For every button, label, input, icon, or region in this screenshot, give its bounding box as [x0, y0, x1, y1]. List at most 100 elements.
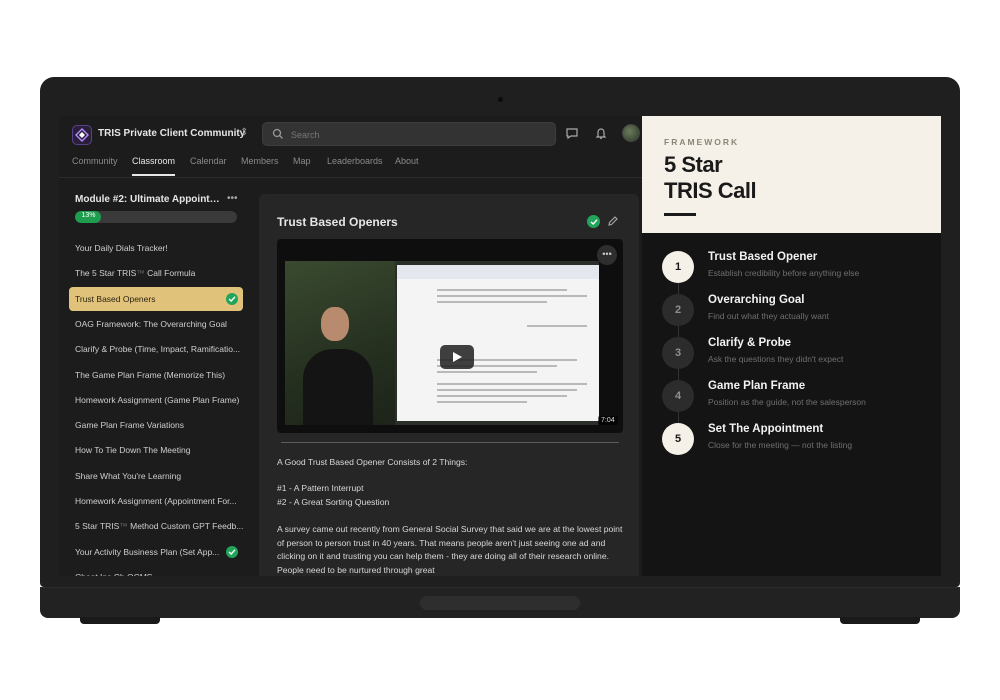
- framework-title-line-1: 5 Star: [664, 152, 723, 177]
- edit-pencil-icon[interactable]: [607, 215, 619, 227]
- framework-header: FRAMEWORK 5 Star TRIS Call: [642, 116, 941, 233]
- lesson-item[interactable]: Homework Assignment (Game Plan Frame): [69, 388, 243, 412]
- lesson-item-label: Game Plan Frame Variations: [75, 420, 184, 431]
- presenter-background: [285, 261, 395, 425]
- tab-classroom[interactable]: Classroom: [132, 156, 176, 176]
- lesson-item[interactable]: 5 Star TRIS™ Method Custom GPT Feedb...: [69, 514, 243, 538]
- lesson-item[interactable]: Cheat Ins Ch OCMS: [69, 565, 243, 576]
- lesson-item[interactable]: How To Tie Down The Meeting: [69, 438, 243, 462]
- module-title[interactable]: Module #2: Ultimate Appointme...: [75, 194, 220, 205]
- framework-step-number: 3: [662, 337, 694, 369]
- community-logo-icon[interactable]: [72, 125, 92, 145]
- search-box[interactable]: [262, 122, 556, 146]
- video-duration: 7:04: [598, 416, 618, 425]
- lesson-item-label: Homework Assignment (Appointment For...: [75, 496, 237, 506]
- lesson-item[interactable]: The Game Plan Frame (Memorize This): [69, 363, 243, 387]
- opener-intro: A Good Trust Based Opener Consists of 2 …: [277, 457, 468, 467]
- top-bar: TRIS Private Client Community ⇕: [59, 116, 642, 152]
- framework-step-description: Close for the meeting — not the listing: [708, 440, 853, 450]
- play-icon: [453, 352, 462, 362]
- tab-map[interactable]: Map: [293, 156, 311, 174]
- lesson-item-label: Trust Based Openers: [75, 293, 156, 304]
- module-progress-label: 13%: [81, 212, 96, 219]
- document-screen-share: [397, 265, 599, 421]
- lesson-item-label: Share What You're Learning: [75, 470, 182, 481]
- community-app: TRIS Private Client Community ⇕ Communit…: [59, 116, 642, 576]
- lesson-item[interactable]: Share What You're Learning: [69, 464, 243, 488]
- framework-step-description: Ask the questions they didn't expect: [708, 354, 844, 364]
- framework-step-connector: [677, 412, 679, 423]
- community-switch-icon[interactable]: ⇕: [240, 127, 248, 138]
- opener-point-2: #2 - A Great Sorting Question: [277, 497, 390, 507]
- lesson-heading: Trust Based Openers: [277, 215, 398, 229]
- completed-check-icon[interactable]: [587, 215, 600, 228]
- play-button[interactable]: [440, 345, 474, 369]
- lesson-item[interactable]: Your Daily Dials Tracker!: [69, 236, 243, 260]
- framework-step-number: 2: [662, 294, 694, 326]
- nav-tabs: Community Classroom Calendar Members Map…: [59, 152, 642, 178]
- framework-step-title: Overarching Goal: [708, 294, 805, 306]
- framework-step-title: Trust Based Opener: [708, 251, 818, 263]
- lesson-item-label: The Game Plan Frame (Memorize This): [75, 369, 226, 380]
- tab-about[interactable]: About: [395, 156, 419, 174]
- video-thumbnail: [285, 261, 599, 425]
- module-progress-bar: 13%: [75, 211, 237, 223]
- laptop-foot-right: [840, 617, 920, 624]
- chat-icon[interactable]: [565, 126, 579, 140]
- framework-panel: FRAMEWORK 5 Star TRIS Call 1 Trust Based …: [642, 116, 941, 576]
- lesson-complete-check-icon: [226, 545, 238, 558]
- laptop-screen: TRIS Private Client Community ⇕ Communit…: [59, 116, 941, 576]
- lesson-complete-check-icon: [226, 292, 238, 305]
- lesson-paragraph: A survey came out recently from General …: [277, 524, 623, 575]
- lesson-item-label: Homework Assignment (Game Plan Frame): [75, 394, 240, 405]
- framework-step-number: 4: [662, 380, 694, 412]
- lesson-content: Trust Based Openers ••• 7:04 A Good Trus…: [259, 194, 639, 576]
- lesson-item-label-suffix: Call Formula: [147, 268, 196, 279]
- video-menu-icon[interactable]: •••: [597, 245, 617, 265]
- lesson-item[interactable]: Homework Assignment (Appointment For...: [69, 489, 243, 513]
- document-toolbar: [397, 265, 599, 279]
- community-name[interactable]: TRIS Private Client Community: [98, 128, 245, 139]
- lesson-item[interactable]: Trust Based Openers: [69, 286, 243, 311]
- lesson-item[interactable]: Your Activity Business Plan (Set App...: [69, 540, 243, 564]
- tab-members[interactable]: Members: [241, 156, 279, 174]
- video-player[interactable]: ••• 7:04: [277, 239, 623, 433]
- framework-title-line-2: TRIS Call: [664, 178, 757, 203]
- lesson-item-label: Your Activity Business Plan (Set App...: [75, 546, 220, 557]
- presenter-body: [303, 349, 373, 425]
- lesson-item-label: Your Daily Dials Tracker!: [75, 243, 168, 253]
- avatar[interactable]: [622, 124, 640, 142]
- framework-step-description: Establish credibility before anything el…: [708, 268, 860, 278]
- lesson-item[interactable]: Game Plan Frame Variations: [69, 413, 243, 437]
- tab-leaderboards[interactable]: Leaderboards: [327, 156, 383, 174]
- course-sidebar: Module #2: Ultimate Appointme... ••• 13%…: [59, 178, 255, 576]
- camera-dot: [498, 97, 503, 102]
- framework-step-connector: [677, 283, 679, 294]
- trademark-mark: ™: [119, 521, 128, 532]
- lesson-item-label: The 5 Star TRIS: [75, 268, 137, 279]
- lesson-item-label: OAG Framework: The Overarching Goal: [75, 318, 227, 329]
- tab-community[interactable]: Community: [72, 156, 118, 174]
- bell-icon[interactable]: [594, 126, 608, 140]
- framework-step-number: 5: [662, 423, 694, 455]
- lesson-item[interactable]: OAG Framework: The Overarching Goal: [69, 312, 243, 336]
- lesson-item-label: 5 Star TRIS: [75, 521, 120, 532]
- framework-step-title: Game Plan Frame: [708, 380, 806, 392]
- laptop-notch: [420, 596, 580, 610]
- lesson-item[interactable]: The 5 Star TRIS™ Call Formula: [69, 261, 243, 285]
- lesson-item-label: Clarify & Probe (Time, Impact, Ramificat…: [75, 344, 241, 355]
- tab-calendar[interactable]: Calendar: [190, 156, 227, 174]
- framework-step-title: Clarify & Probe: [708, 337, 792, 349]
- content-divider: [281, 442, 619, 443]
- framework-step-number: 1: [662, 251, 694, 283]
- opener-point-1: #1 - A Pattern Interrupt: [277, 483, 364, 493]
- module-menu-icon[interactable]: •••: [227, 193, 238, 204]
- lesson-item[interactable]: Clarify & Probe (Time, Impact, Ramificat…: [69, 337, 243, 361]
- lesson-item-label: How To Tie Down The Meeting: [75, 445, 191, 456]
- framework-step-connector: [677, 369, 679, 380]
- framework-step-title: Set The Appointment: [708, 423, 824, 435]
- search-input[interactable]: [291, 127, 541, 143]
- framework-eyebrow: FRAMEWORK: [664, 137, 740, 147]
- framework-title: 5 Star TRIS Call: [664, 152, 757, 204]
- framework-step-connector: [677, 326, 679, 337]
